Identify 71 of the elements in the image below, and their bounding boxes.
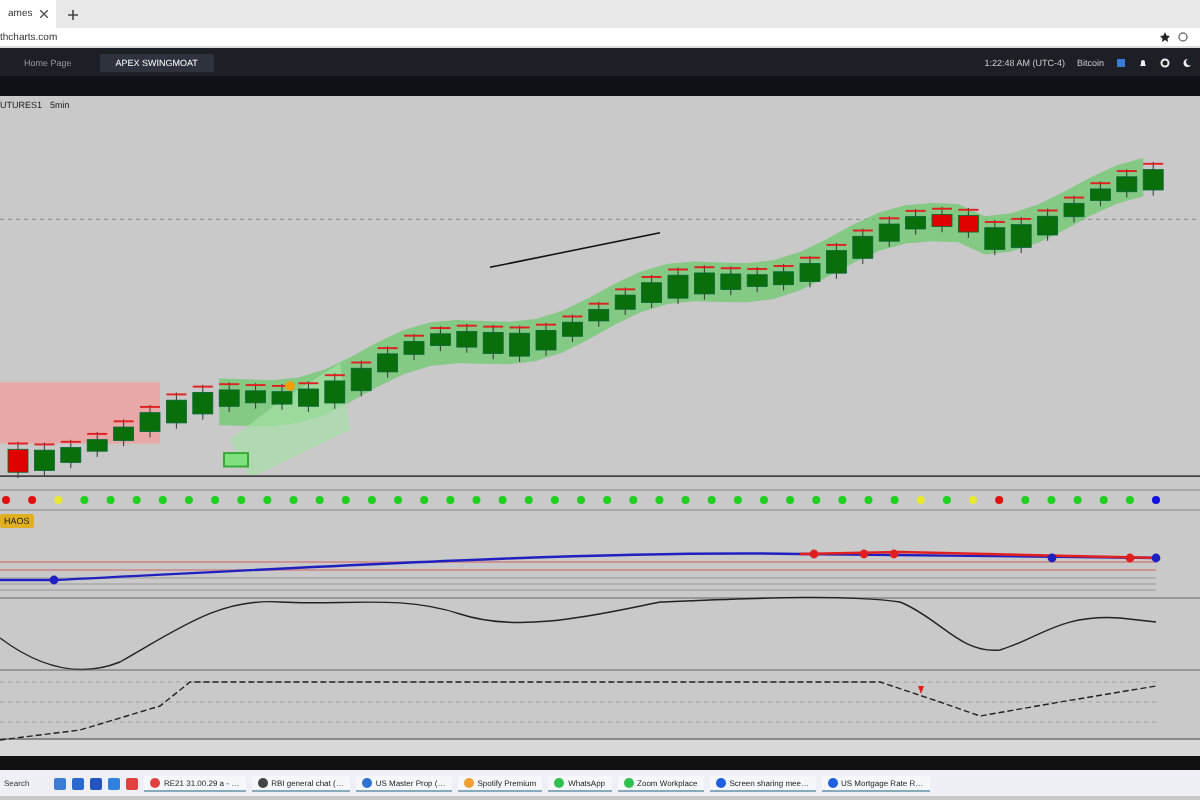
candle	[1115, 168, 1138, 198]
candle	[350, 360, 373, 397]
signal-marker	[1151, 553, 1161, 563]
candle	[614, 286, 637, 316]
candle	[508, 325, 531, 363]
candle	[86, 431, 109, 458]
signal-marker	[859, 549, 869, 559]
trend-line[interactable]	[489, 232, 661, 269]
candle	[376, 345, 399, 379]
candle	[59, 439, 82, 469]
app-icon	[827, 777, 837, 787]
candle	[33, 442, 56, 477]
candle	[165, 392, 188, 430]
candle	[561, 314, 584, 343]
close-icon[interactable]	[40, 10, 49, 18]
candle	[1142, 161, 1165, 197]
extension-icon[interactable]	[1178, 32, 1188, 42]
candle	[693, 264, 716, 301]
candle	[1063, 195, 1085, 223]
new-tab-icon[interactable]	[68, 9, 79, 19]
candle	[191, 384, 214, 421]
moon-icon[interactable]	[1182, 57, 1192, 67]
signal-marker	[285, 381, 295, 391]
buy-signal-marker	[223, 452, 249, 468]
candle	[323, 372, 346, 410]
candle	[455, 323, 478, 354]
candle	[1036, 208, 1059, 242]
app-icon	[715, 777, 726, 787]
candle	[403, 333, 425, 361]
candle	[957, 207, 980, 239]
candle	[297, 380, 320, 413]
star-icon[interactable]	[1160, 32, 1170, 42]
signal-marker	[49, 575, 59, 585]
bell-icon[interactable]	[1138, 57, 1148, 67]
app-icon	[361, 777, 372, 787]
signal-marker	[1047, 553, 1057, 563]
candle	[904, 208, 927, 236]
candle	[587, 301, 610, 328]
candle	[429, 325, 452, 352]
candle	[1089, 180, 1112, 207]
candle	[931, 206, 953, 233]
signal-marker	[1125, 553, 1135, 563]
candle	[271, 383, 293, 411]
candle	[851, 228, 874, 265]
signal-marker	[889, 549, 899, 559]
candle	[139, 404, 161, 438]
candle	[535, 322, 557, 357]
candle	[825, 242, 848, 280]
candle	[112, 418, 135, 447]
candle	[719, 265, 742, 296]
candle	[1010, 216, 1033, 254]
app-icon	[257, 777, 268, 787]
app-icon	[554, 777, 565, 787]
candle	[799, 255, 821, 288]
candle	[878, 215, 901, 248]
candle	[218, 381, 241, 413]
sell-arrow-icon	[918, 686, 924, 694]
candle	[482, 324, 505, 360]
calendar-icon[interactable]	[1116, 57, 1126, 67]
candle	[667, 267, 689, 305]
settings-icon[interactable]	[1160, 57, 1170, 67]
candle	[746, 266, 769, 293]
app-icon	[463, 777, 474, 787]
app-icon	[150, 777, 160, 787]
candle	[640, 274, 663, 309]
signal-marker	[809, 549, 819, 559]
candle	[244, 382, 267, 410]
candle	[983, 219, 1006, 256]
candle	[7, 441, 29, 478]
candle	[772, 263, 795, 291]
app-icon	[623, 777, 634, 787]
